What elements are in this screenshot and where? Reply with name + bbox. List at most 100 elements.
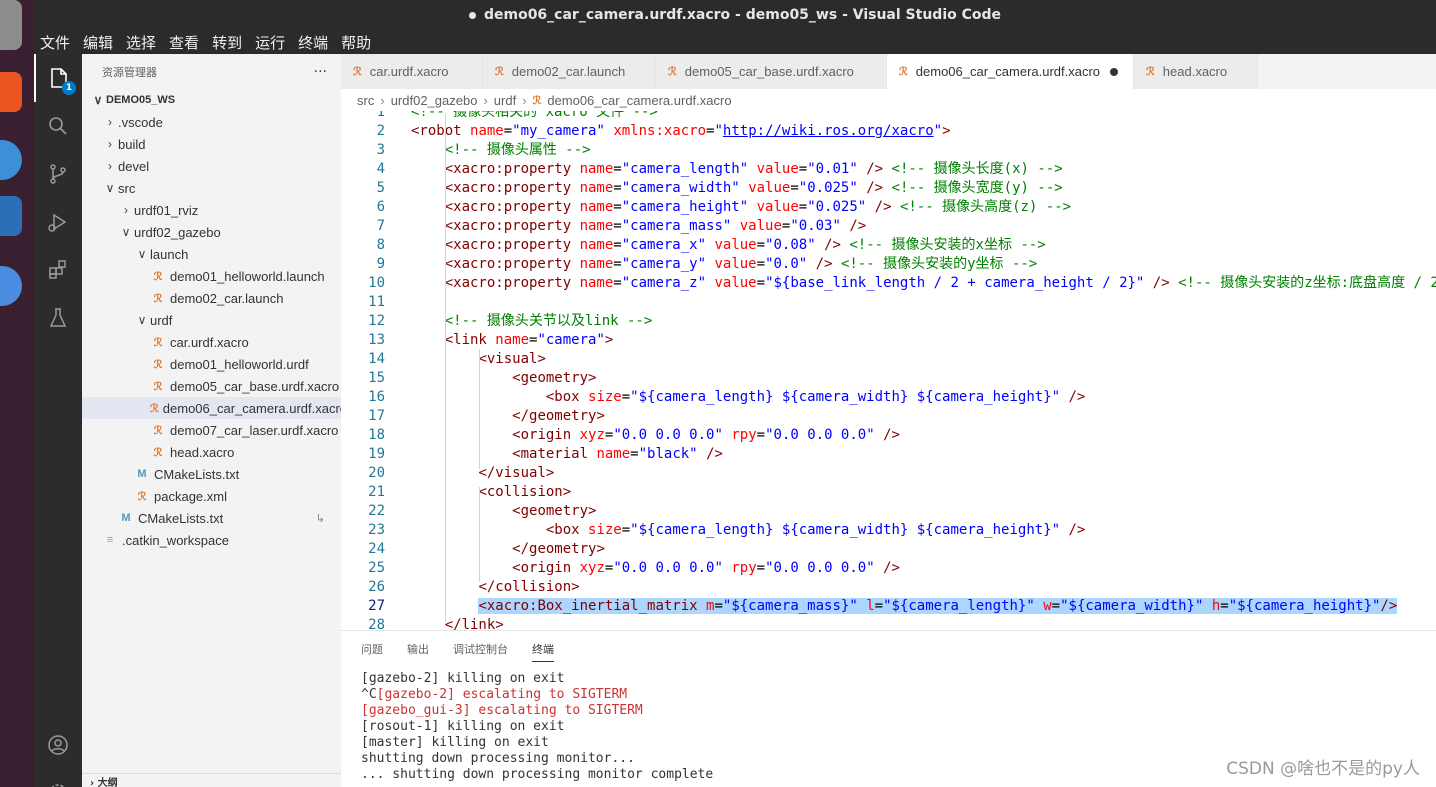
explorer-activity[interactable]: 1 xyxy=(34,54,82,102)
code-line: 6 <xacro:property name="camera_height" v… xyxy=(341,198,1436,217)
file-item[interactable]: M CMakeLists.txt xyxy=(82,463,341,485)
extensions-activity[interactable] xyxy=(34,246,82,294)
code-token: value xyxy=(748,180,791,196)
source-control-activity[interactable] xyxy=(34,150,82,198)
folder-item[interactable]: ∨ launch xyxy=(82,243,341,265)
code-text: <origin xyz="0.0 0.0 0.0" rpy="0.0 0.0 0… xyxy=(411,559,900,578)
code-token: <visual> xyxy=(478,351,546,367)
folder-item[interactable]: › build xyxy=(82,133,341,155)
code-token: /> xyxy=(824,237,841,253)
panel-tab[interactable]: 调试控制台 xyxy=(453,637,508,661)
folder-item[interactable]: › devel xyxy=(82,155,341,177)
code-token: /> xyxy=(706,446,723,462)
file-item[interactable]: M CMakeLists.txt ↳ xyxy=(82,507,341,529)
menu-edit[interactable]: 编辑 xyxy=(83,32,113,53)
folder-item[interactable]: ∨ urdf02_gazebo xyxy=(82,221,341,243)
code-token: value xyxy=(756,161,799,177)
outline-section[interactable]: › 大纲 xyxy=(82,773,341,787)
menu-run[interactable]: 运行 xyxy=(255,32,285,53)
file-item[interactable]: ℛdemo01_helloworld.urdf xyxy=(82,353,341,375)
code-token: = xyxy=(790,180,799,196)
code-token: <robot xyxy=(411,123,471,139)
line-number: 10 xyxy=(368,275,385,291)
rss-file-icon: ℛ xyxy=(153,292,163,305)
code-text: <xacro:property name="camera_height" val… xyxy=(411,198,1071,217)
testing-activity[interactable] xyxy=(34,294,82,342)
file-item[interactable]: ℛdemo05_car_base.urdf.xacro xyxy=(82,375,341,397)
line-number: 27 xyxy=(368,598,385,614)
editor-tab[interactable]: ℛdemo06_car_camera.urdf.xacro xyxy=(887,54,1134,89)
chevron-down-icon: ∨ xyxy=(121,225,131,239)
files-app-icon[interactable] xyxy=(0,0,22,50)
line-number: 1 xyxy=(376,111,385,120)
code-token: l xyxy=(866,598,875,614)
file-item[interactable]: ℛdemo01_helloworld.launch xyxy=(82,265,341,287)
code-token: = xyxy=(613,237,622,253)
panel-tab[interactable]: 输出 xyxy=(407,637,429,661)
code-token: w xyxy=(1043,598,1052,614)
editor-tab[interactable]: ℛhead.xacro xyxy=(1134,54,1258,89)
code-token: <!-- 摄像头关节以及link --> xyxy=(444,313,653,329)
menu-selection[interactable]: 选择 xyxy=(126,32,156,53)
code-token: "${camera_height}" xyxy=(1228,598,1381,614)
code-token: = xyxy=(613,161,622,177)
help-icon[interactable] xyxy=(0,140,22,180)
search-activity[interactable] xyxy=(34,102,82,150)
editor-tab[interactable]: ℛcar.urdf.xacro xyxy=(341,54,483,89)
panel-tab[interactable]: 终端 xyxy=(532,637,554,662)
folder-item[interactable]: ∨ urdf xyxy=(82,309,341,331)
code-token: name xyxy=(596,446,631,462)
code-token: = xyxy=(613,256,622,272)
editor-tab[interactable]: ℛdemo05_car_base.urdf.xacro xyxy=(656,54,887,89)
menu-go[interactable]: 转到 xyxy=(212,32,242,53)
file-item[interactable]: ℛcar.urdf.xacro xyxy=(82,331,341,353)
menu-view[interactable]: 查看 xyxy=(169,32,199,53)
breadcrumb-item[interactable]: demo06_car_camera.urdf.xacro xyxy=(547,93,731,108)
vscode-app-icon[interactable] xyxy=(0,196,22,236)
chrome-app-icon[interactable] xyxy=(0,266,22,306)
breadcrumb-item[interactable]: urdf xyxy=(494,93,516,108)
unsaved-dot-icon[interactable] xyxy=(1110,67,1119,76)
more-actions-icon[interactable]: ··· xyxy=(314,64,327,80)
line-number: 18 xyxy=(368,427,385,443)
accounts-activity[interactable] xyxy=(34,721,82,769)
outline-label: 大纲 xyxy=(97,778,118,787)
file-item[interactable]: ≡ .catkin_workspace xyxy=(82,529,341,551)
file-item[interactable]: ℛdemo07_car_laser.urdf.xacro xyxy=(82,419,341,441)
folder-item[interactable]: ∨ src xyxy=(82,177,341,199)
folder-item[interactable]: › .vscode xyxy=(82,111,341,133)
code-text: </geometry> xyxy=(411,407,605,426)
code-token: <xacro:property xyxy=(444,275,580,291)
file-item[interactable]: ℛdemo06_car_camera.urdf.xacro xyxy=(82,397,347,419)
code-line: 7 <xacro:property name="camera_mass" val… xyxy=(341,217,1436,236)
file-item[interactable]: ℛhead.xacro xyxy=(82,441,341,463)
menu-terminal[interactable]: 终端 xyxy=(298,32,328,53)
file-item[interactable]: ℛdemo02_car.launch xyxy=(82,287,341,309)
menu-help[interactable]: 帮助 xyxy=(341,32,371,53)
software-center-icon[interactable] xyxy=(0,72,22,112)
menu-file[interactable]: 文件 xyxy=(40,32,70,53)
tree-item-label: demo06_car_camera.urdf.xacro xyxy=(162,400,348,416)
chevron-down-icon: ∨ xyxy=(137,313,147,327)
editor-tab[interactable]: ℛdemo02_car.launch xyxy=(483,54,656,89)
code-editor[interactable]: 1 <!-- 摄像头相关的 xacro 文件 --> 2 <robot name="m… xyxy=(341,111,1436,630)
file-item[interactable]: ℛpackage.xml xyxy=(82,485,341,507)
code-token: "0.0 0.0 0.0" xyxy=(613,560,723,576)
manage-activity[interactable] xyxy=(34,769,82,787)
code-line: 3 <!-- 摄像头属性 --> xyxy=(341,141,1436,160)
window-titlebar: demo06_car_camera.urdf.xacro - demo05_ws… xyxy=(34,0,1436,30)
folder-item[interactable]: › urdf01_rviz xyxy=(82,199,341,221)
code-token: /> xyxy=(866,180,884,196)
breadcrumb-item[interactable]: urdf02_gazebo xyxy=(391,93,478,108)
run-debug-activity[interactable] xyxy=(34,198,82,246)
workspace-root[interactable]: ∨ DEMO05_WS xyxy=(82,89,341,111)
breadcrumb-chevron-icon: › xyxy=(522,92,527,108)
breadcrumb-item[interactable]: src xyxy=(357,93,374,108)
panel-tab[interactable]: 问题 xyxy=(361,637,383,661)
code-token: value xyxy=(739,218,782,234)
